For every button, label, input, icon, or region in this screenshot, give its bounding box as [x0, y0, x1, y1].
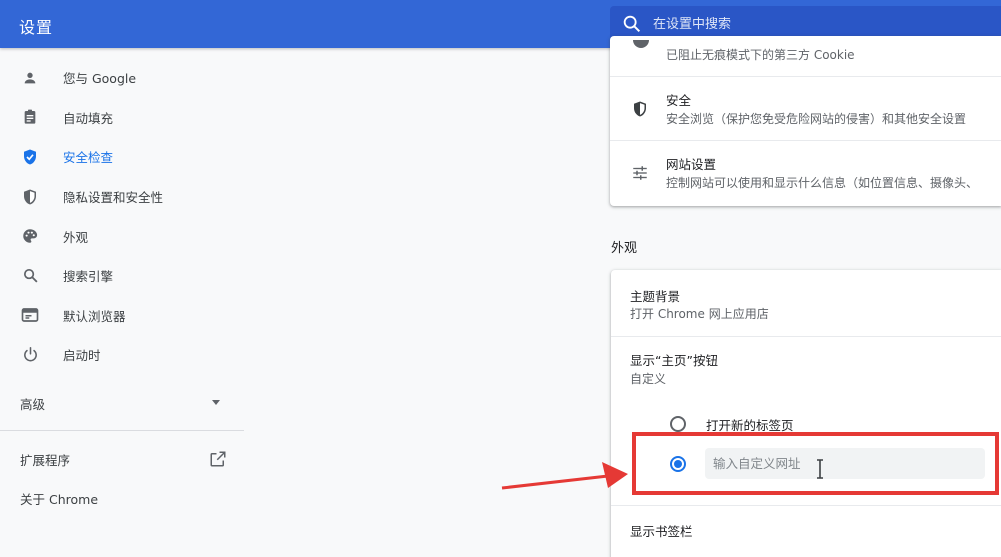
sidebar-divider — [0, 430, 244, 431]
person-icon — [20, 68, 40, 88]
open-in-new-icon — [210, 451, 226, 467]
shield-check-icon — [20, 147, 40, 167]
home-button-subtitle: 自定义 — [630, 372, 667, 386]
shield-icon — [630, 99, 650, 119]
sidebar-item-label: 默认浏览器 — [63, 308, 126, 324]
theme-subtitle: 打开 Chrome 网上应用店 — [630, 307, 769, 321]
search-input[interactable] — [653, 16, 953, 32]
site-settings-title: 网站设置 — [666, 157, 717, 172]
appearance-card: 主题背景 打开 Chrome 网上应用店 显示“主页”按钮 自定义 显示书签栏 — [611, 270, 1001, 557]
caret-down-icon — [212, 400, 220, 405]
sidebar-item-label: 自动填充 — [63, 110, 114, 126]
bookmarks-bar-title: 显示书签栏 — [630, 524, 693, 539]
sidebar-item-label: 隐私设置和安全性 — [63, 190, 164, 206]
search-icon — [20, 266, 40, 286]
sidebar-item-search-engine[interactable]: 搜索引擎 — [0, 256, 244, 296]
browser-icon — [20, 305, 40, 325]
sidebar-item-label: 您与 Google — [63, 71, 137, 87]
search-icon — [623, 15, 641, 33]
third-party-cookie-text: 已阻止无痕模式下的第三方 Cookie — [666, 48, 855, 62]
radio-new-tab[interactable] — [670, 416, 686, 432]
advanced-label: 高级 — [20, 397, 46, 412]
home-button-title: 显示“主页”按钮 — [630, 353, 718, 368]
site-settings-subtitle: 控制网站可以使用和显示什么信息（如位置信息、摄像头、 — [666, 176, 979, 190]
appearance-section-title: 外观 — [611, 241, 638, 256]
sidebar-item-label: 启动时 — [63, 348, 101, 364]
sidebar-item-label: 安全检查 — [63, 150, 114, 166]
sidebar-item-label: 外观 — [63, 229, 89, 245]
power-icon — [20, 345, 40, 365]
palette-icon — [20, 226, 40, 246]
home-button-row[interactable]: 显示“主页”按钮 自定义 — [611, 336, 1001, 396]
security-row[interactable]: 安全 安全浏览（保护您免受危险网站的侵害）和其他安全设置 — [610, 76, 1001, 140]
clipboard-icon — [20, 107, 40, 127]
sidebar-item-extensions[interactable]: 扩展程序 — [0, 446, 244, 472]
sidebar-item-label: 搜索引擎 — [63, 269, 114, 285]
security-title: 安全 — [666, 93, 692, 108]
cookie-icon — [633, 40, 649, 48]
privacy-card: 已阻止无痕模式下的第三方 Cookie 安全 安全浏览（保护您免受危险网站的侵害… — [610, 36, 1001, 206]
sidebar-item-privacy[interactable]: 隐私设置和安全性 — [0, 177, 244, 217]
tune-icon — [630, 163, 650, 183]
page-title: 设置 — [19, 18, 54, 37]
shield-icon — [20, 187, 40, 207]
theme-row[interactable]: 主题背景 打开 Chrome 网上应用店 — [611, 270, 1001, 336]
highlight-box — [632, 432, 999, 495]
sidebar-item-appearance[interactable]: 外观 — [0, 216, 244, 256]
sidebar: 您与 Google 自动填充 安全检查 隐私设置和安全性 外观 搜索引擎 默认浏… — [0, 58, 244, 375]
sidebar-item-default-browser[interactable]: 默认浏览器 — [0, 296, 244, 336]
sidebar-advanced-toggle[interactable]: 高级 — [0, 387, 244, 417]
sidebar-item-about[interactable]: 关于 Chrome — [20, 489, 98, 508]
site-settings-row[interactable]: 网站设置 控制网站可以使用和显示什么信息（如位置信息、摄像头、 — [610, 140, 1001, 204]
sidebar-item-on-startup[interactable]: 启动时 — [0, 335, 244, 375]
theme-title: 主题背景 — [630, 289, 681, 304]
sidebar-item-safety-check[interactable]: 安全检查 — [0, 137, 244, 177]
security-subtitle: 安全浏览（保护您免受危险网站的侵害）和其他安全设置 — [666, 112, 967, 126]
extensions-label: 扩展程序 — [20, 453, 71, 468]
annotation-arrow-icon — [501, 462, 628, 490]
sidebar-item-you-and-google[interactable]: 您与 Google — [0, 58, 244, 98]
bookmarks-bar-row[interactable]: 显示书签栏 — [611, 505, 1001, 555]
sidebar-item-autofill[interactable]: 自动填充 — [0, 98, 244, 138]
